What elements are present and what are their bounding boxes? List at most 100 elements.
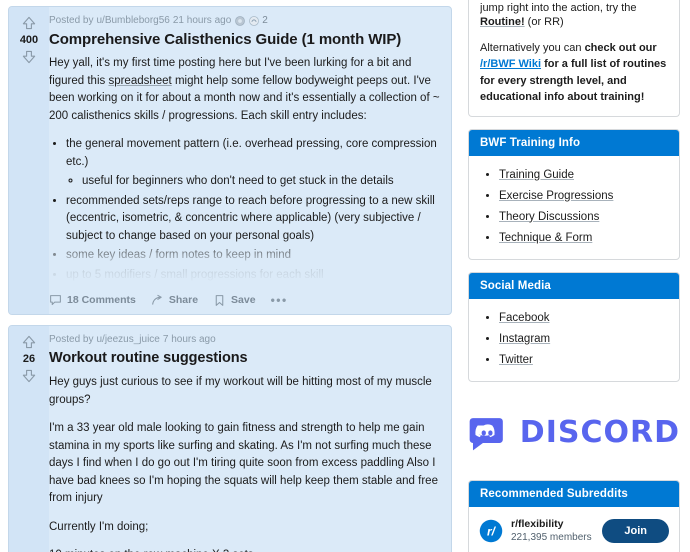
alt-bold-a: check out our bbox=[584, 41, 657, 54]
training-guide-link[interactable]: Training Guide bbox=[499, 169, 574, 181]
vote-column: 26 bbox=[9, 326, 49, 552]
subreddit-name[interactable]: r/flexibility bbox=[511, 518, 594, 531]
list-item: the general movement pattern (i.e. overh… bbox=[66, 136, 441, 171]
save-label: Save bbox=[231, 294, 256, 306]
training-info-list: Training Guide Exercise Progressions The… bbox=[480, 168, 668, 246]
share-button[interactable]: Share bbox=[151, 294, 198, 307]
list-item[interactable]: Facebook bbox=[499, 311, 668, 326]
vote-column: 400 bbox=[9, 7, 49, 314]
post-byline: Posted by u/Bumbleborg56 21 hours ago 2 bbox=[49, 14, 441, 28]
comment-bubble-icon bbox=[50, 294, 61, 305]
comments-button[interactable]: 18 Comments bbox=[49, 294, 136, 307]
post-text: Hey guys just curious to see if my worko… bbox=[49, 374, 441, 552]
list-item[interactable]: Technique & Form bbox=[499, 231, 668, 246]
post-feed: 400 Posted by u/Bumbleborg56 21 hours ag… bbox=[0, 0, 460, 552]
downvote-arrow-icon[interactable] bbox=[21, 49, 37, 65]
post-author[interactable]: u/jeezus_juice bbox=[96, 333, 159, 347]
save-button[interactable]: Save bbox=[213, 294, 256, 307]
list-item: up to 5 modifiers / small progressions f… bbox=[66, 267, 441, 285]
post-title[interactable]: Comprehensive Calisthenics Guide (1 mont… bbox=[49, 30, 441, 49]
helpful-award-icon[interactable] bbox=[248, 15, 260, 27]
upvote-arrow-icon[interactable] bbox=[21, 334, 37, 350]
post-score: 400 bbox=[19, 34, 39, 46]
post-age: 7 hours ago bbox=[162, 334, 216, 345]
list-item[interactable]: r/ r/flexibility 221,395 members Join bbox=[469, 512, 679, 550]
more-options-icon[interactable]: ••• bbox=[271, 293, 288, 307]
post-paragraph: Hey yall, it's my first time posting her… bbox=[49, 55, 441, 125]
recommended-subreddits-card: Recommended Subreddits r/ r/flexibility … bbox=[468, 479, 680, 552]
comments-label: 18 Comments bbox=[67, 294, 136, 306]
silver-award-icon[interactable] bbox=[234, 15, 246, 27]
post-content-wrap: Hey yall, it's my first time posting her… bbox=[49, 55, 441, 284]
twitter-link[interactable]: Twitter bbox=[499, 354, 533, 366]
post-paragraph: Hey guys just curious to see if my worko… bbox=[49, 376, 432, 406]
post-paragraph: 10 minutes on the row machine X 3 sets, bbox=[49, 547, 441, 552]
recommended-subreddits-title: Recommended Subreddits bbox=[469, 480, 679, 507]
training-info-card: BWF Training Info Training Guide Exercis… bbox=[468, 128, 680, 260]
post-content-wrap: Hey guys just curious to see if my worko… bbox=[49, 374, 441, 552]
clipped-intro-line: jump right into the action, try the Reco… bbox=[480, 0, 668, 14]
spreadsheet-link[interactable]: spreadsheet bbox=[108, 75, 171, 87]
post-author[interactable]: u/Bumbleborg56 bbox=[96, 14, 169, 28]
social-media-body: Facebook Instagram Twitter bbox=[469, 299, 679, 381]
theory-discussions-link[interactable]: Theory Discussions bbox=[499, 211, 599, 223]
posted-by-label: Posted by bbox=[49, 334, 94, 345]
subreddit-intro-card: jump right into the action, try the Reco… bbox=[468, 0, 680, 117]
social-media-card: Social Media Facebook Instagram Twitter bbox=[468, 271, 680, 382]
post-bullet-list: the general movement pattern (i.e. overh… bbox=[49, 136, 441, 284]
post-age: 21 hours ago bbox=[172, 15, 232, 26]
post-score: 26 bbox=[22, 353, 36, 365]
subreddit-meta: r/flexibility 221,395 members bbox=[511, 518, 594, 544]
upvote-arrow-icon[interactable] bbox=[21, 15, 37, 31]
award-group[interactable]: 2 bbox=[234, 14, 268, 28]
exercise-progressions-link[interactable]: Exercise Progressions bbox=[499, 190, 613, 202]
list-item[interactable]: Exercise Progressions bbox=[499, 189, 668, 204]
right-sidebar: jump right into the action, try the Reco… bbox=[460, 0, 690, 552]
list-item[interactable]: Instagram bbox=[499, 332, 668, 347]
list-item: some key ideas / form notes to keep in m… bbox=[66, 247, 441, 265]
post-card[interactable]: 400 Posted by u/Bumbleborg56 21 hours ag… bbox=[8, 6, 452, 315]
post-actions: 18 Comments Share Save ••• bbox=[49, 288, 441, 314]
share-arrow-icon bbox=[151, 294, 162, 305]
social-media-title: Social Media bbox=[469, 272, 679, 299]
list-item[interactable]: Theory Discussions bbox=[499, 210, 668, 225]
intro-clip-text: jump right into the action, try the bbox=[480, 2, 637, 14]
post-card[interactable]: 26 Posted by u/jeezus_juice 7 hours ago … bbox=[8, 325, 452, 552]
list-item[interactable]: Training Guide bbox=[499, 168, 668, 183]
bookmark-icon bbox=[215, 294, 224, 306]
recommended-subreddits-list: r/ r/flexibility 221,395 members Join r/… bbox=[469, 507, 679, 552]
training-info-body: Training Guide Exercise Progressions The… bbox=[469, 156, 679, 259]
award-count: 2 bbox=[262, 15, 268, 26]
join-button[interactable]: Join bbox=[602, 518, 669, 543]
post-paragraph: I'm a 33 year old male looking to gain f… bbox=[49, 422, 438, 504]
alt-text: Alternatively you can bbox=[480, 41, 585, 54]
wiki-paragraph: Alternatively you can check out our /r/B… bbox=[480, 40, 668, 106]
discord-banner[interactable]: DISCORD bbox=[468, 393, 680, 470]
downvote-arrow-icon[interactable] bbox=[21, 368, 37, 384]
post-byline: Posted by u/jeezus_juice 7 hours ago bbox=[49, 333, 441, 347]
routine-line: Routine! (or RR) bbox=[480, 14, 668, 31]
social-media-list: Facebook Instagram Twitter bbox=[480, 311, 668, 368]
facebook-link[interactable]: Facebook bbox=[499, 312, 550, 324]
technique-form-link[interactable]: Technique & Form bbox=[499, 232, 592, 244]
recommended-routine-link[interactable]: Routine! bbox=[480, 16, 525, 28]
list-item[interactable]: Twitter bbox=[499, 353, 668, 368]
post-sub-bullet-list: useful for beginners who don't need to g… bbox=[66, 173, 441, 191]
list-item: recommended sets/reps range to reach bef… bbox=[66, 193, 441, 246]
subreddit-members: 221,395 members bbox=[511, 531, 592, 543]
routine-rr-text: (or RR) bbox=[524, 16, 564, 28]
post-body: Posted by u/jeezus_juice 7 hours ago Wor… bbox=[49, 326, 451, 552]
reddit-snoo-icon: r/ bbox=[479, 519, 503, 542]
list-item: useful for beginners who don't need to g… bbox=[82, 173, 441, 191]
post-paragraph: Currently I'm doing; bbox=[49, 520, 149, 533]
instagram-link[interactable]: Instagram bbox=[499, 333, 550, 345]
bwf-wiki-link[interactable]: /r/BWF Wiki bbox=[480, 58, 541, 70]
reddit-page: 400 Posted by u/Bumbleborg56 21 hours ag… bbox=[0, 0, 690, 552]
post-title[interactable]: Workout routine suggestions bbox=[49, 349, 441, 368]
training-info-title: BWF Training Info bbox=[469, 129, 679, 156]
post-body: Posted by u/Bumbleborg56 21 hours ago 2 bbox=[49, 7, 451, 314]
posted-by-label: Posted by bbox=[49, 15, 94, 26]
post-text: Hey yall, it's my first time posting her… bbox=[49, 55, 441, 284]
discord-logo-icon bbox=[469, 417, 503, 450]
share-label: Share bbox=[168, 294, 199, 306]
